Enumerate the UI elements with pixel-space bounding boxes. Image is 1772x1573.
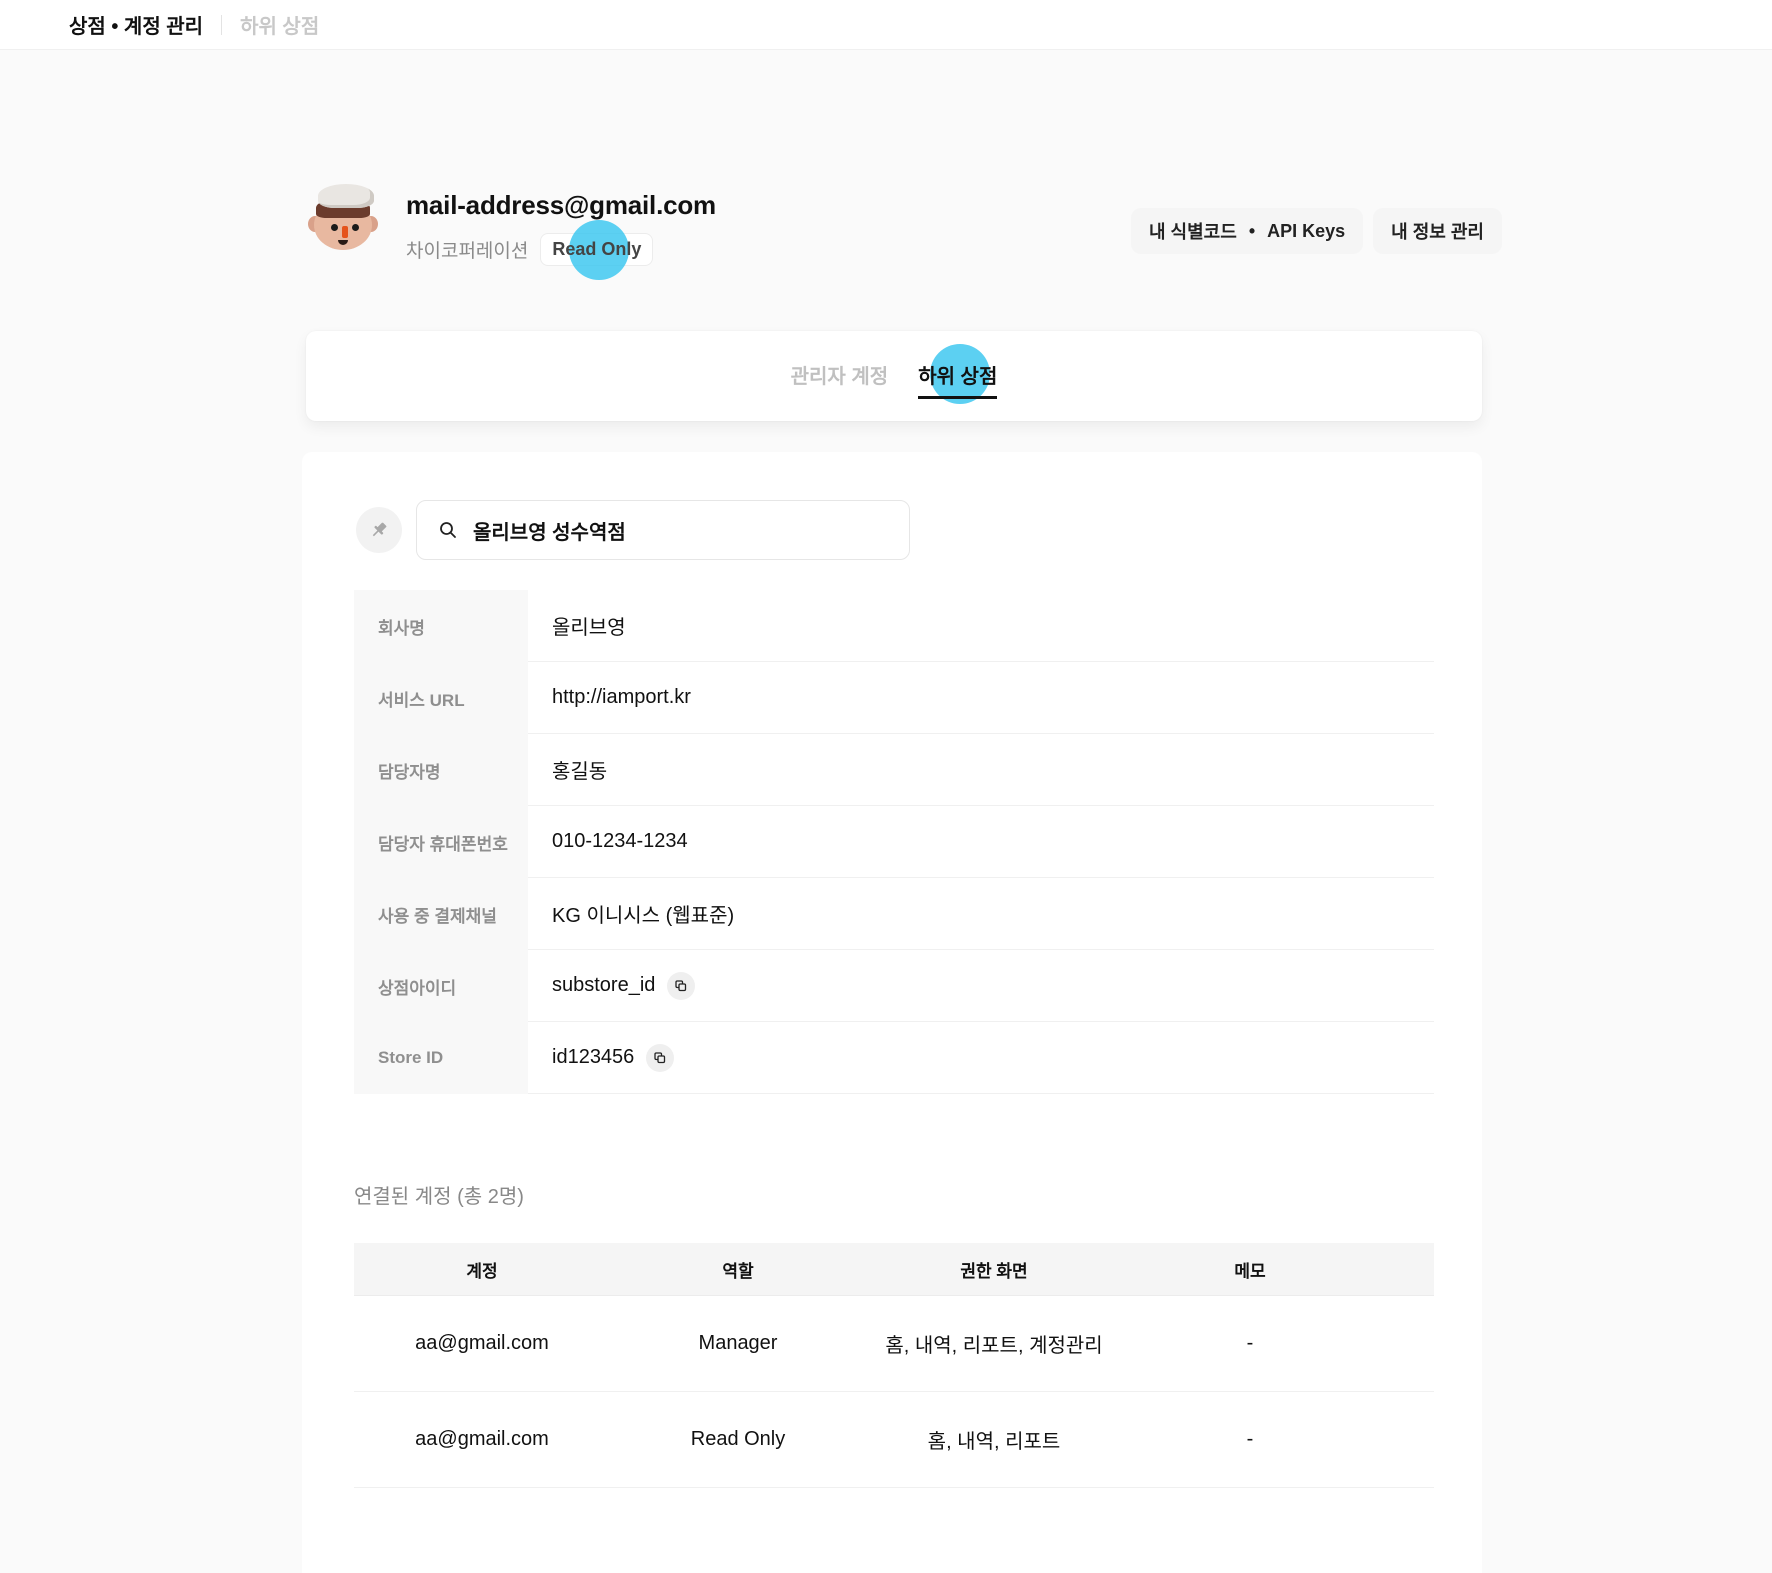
top-bar: 상점 • 계정 관리 하위 상점: [0, 0, 1772, 50]
search-icon: [440, 522, 456, 538]
avatar-eye: [331, 224, 338, 231]
tab-label: 관리자 계정: [790, 365, 889, 388]
info-value-text: http://iamport.kr: [552, 686, 691, 708]
info-label: 서비스 URL: [354, 662, 528, 734]
info-label: 담당자 휴대폰번호: [354, 806, 528, 878]
copy-icon: [675, 979, 687, 991]
info-row-company: 회사명 올리브영: [354, 590, 1434, 662]
avatar-eye: [352, 224, 359, 231]
sub-store-panel: 회사명 올리브영 서비스 URL http://iamport.kr 담당자명 …: [302, 452, 1482, 1573]
info-value: substore_id: [528, 950, 1434, 1022]
my-info-button[interactable]: 내 정보 관리: [1373, 208, 1502, 254]
cell-permissions: 홈, 내역, 리포트, 계정관리: [885, 1335, 1103, 1357]
profile-email: mail-address@gmail.com: [406, 190, 716, 220]
info-value: id123456: [528, 1022, 1434, 1094]
info-label: 사용 중 결제채널: [354, 878, 528, 950]
tab-bar: 관리자 계정 하위 상점: [306, 331, 1482, 421]
api-keys-prefix: 내 식별코드: [1149, 222, 1237, 242]
tab-admin-accounts[interactable]: 관리자 계정: [791, 354, 889, 399]
info-value-text: 올리브영: [552, 617, 626, 639]
search-row: [356, 500, 910, 560]
info-value-text: KG 이니시스 (웹표준): [552, 905, 735, 927]
info-value-text: 홍길동: [552, 761, 608, 783]
info-row-service-url: 서비스 URL http://iamport.kr: [354, 662, 1434, 734]
column-header-role: 역할: [722, 1261, 754, 1281]
store-info-table: 회사명 올리브영 서비스 URL http://iamport.kr 담당자명 …: [354, 590, 1434, 1094]
table-row[interactable]: aa@gmail.com Manager 홈, 내역, 리포트, 계정관리 -: [354, 1296, 1434, 1392]
role-badge: Read Only: [540, 220, 654, 280]
header-actions: 내 식별코드 • API Keys 내 정보 관리: [1131, 208, 1502, 254]
info-value-text: id123456: [552, 1046, 635, 1068]
cell-permissions: 홈, 내역, 리포트: [927, 1431, 1061, 1453]
profile-info: mail-address@gmail.com 차이코퍼레이션 Read Only: [406, 178, 716, 280]
avatar-nose: [342, 226, 348, 238]
avatar-cap: [318, 184, 374, 208]
title-divider: [221, 14, 223, 35]
breadcrumb-subpage[interactable]: 하위 상점: [240, 10, 319, 39]
linked-accounts-title: 연결된 계정 (총 2명): [354, 1186, 524, 1208]
tab-label: 하위 상점: [918, 365, 998, 388]
profile-header: mail-address@gmail.com 차이코퍼레이션 Read Only: [306, 178, 716, 280]
info-value: http://iamport.kr: [528, 662, 1434, 734]
info-row-payment-channel: 사용 중 결제채널 KG 이니시스 (웹표준): [354, 878, 1434, 950]
info-label: Store ID: [354, 1022, 528, 1094]
copy-button[interactable]: [667, 971, 696, 1000]
info-value: 홍길동: [528, 734, 1434, 806]
cell-account: aa@gmail.com: [415, 1332, 549, 1354]
api-keys-button[interactable]: 내 식별코드 • API Keys: [1131, 208, 1364, 254]
profile-meta: 차이코퍼레이션 Read Only: [406, 220, 716, 280]
role-badge-label: Read Only: [552, 239, 642, 259]
info-label: 회사명: [354, 590, 528, 662]
copy-button[interactable]: [646, 1043, 675, 1072]
info-value-text: 010-1234-1234: [552, 830, 688, 852]
column-header-account: 계정: [466, 1261, 498, 1281]
avatar: [306, 180, 382, 256]
table-header: 계정 역할 권한 화면 메모: [354, 1243, 1434, 1296]
info-row-store-id-name: 상점아이디 substore_id: [354, 950, 1434, 1022]
info-row-contact-name: 담당자명 홍길동: [354, 734, 1434, 806]
company-name: 차이코퍼레이션: [406, 241, 529, 262]
info-label: 담당자명: [354, 734, 528, 806]
cell-memo: -: [1246, 1428, 1254, 1450]
info-value-text: substore_id: [552, 974, 656, 996]
cell-memo: -: [1246, 1332, 1254, 1354]
bullet-separator: •: [1248, 220, 1256, 241]
info-row-store-id: Store ID id123456: [354, 1022, 1434, 1094]
column-header-permissions: 권한 화면: [960, 1261, 1028, 1281]
copy-icon: [654, 1051, 666, 1063]
cell-role: Read Only: [690, 1428, 786, 1450]
cell-account: aa@gmail.com: [415, 1428, 549, 1450]
store-search-field[interactable]: [416, 500, 910, 560]
info-label: 상점아이디: [354, 950, 528, 1022]
info-value: 010-1234-1234: [528, 806, 1434, 878]
info-row-contact-phone: 담당자 휴대폰번호 010-1234-1234: [354, 806, 1434, 878]
page-title: 상점 • 계정 관리: [69, 16, 204, 38]
tab-sub-stores[interactable]: 하위 상점: [918, 343, 998, 404]
store-search-input[interactable]: [473, 518, 893, 542]
column-header-memo: 메모: [1234, 1261, 1266, 1281]
info-value: KG 이니시스 (웹표준): [528, 878, 1434, 950]
cell-role: Manager: [698, 1332, 778, 1354]
pin-icon: [372, 522, 387, 537]
pin-button[interactable]: [356, 507, 402, 553]
info-value: 올리브영: [528, 590, 1434, 662]
linked-accounts-table: 계정 역할 권한 화면 메모 aa@gmail.com Manager 홈, 내…: [354, 1243, 1434, 1488]
table-row[interactable]: aa@gmail.com Read Only 홈, 내역, 리포트 -: [354, 1392, 1434, 1488]
api-keys-suffix: API Keys: [1267, 220, 1346, 241]
